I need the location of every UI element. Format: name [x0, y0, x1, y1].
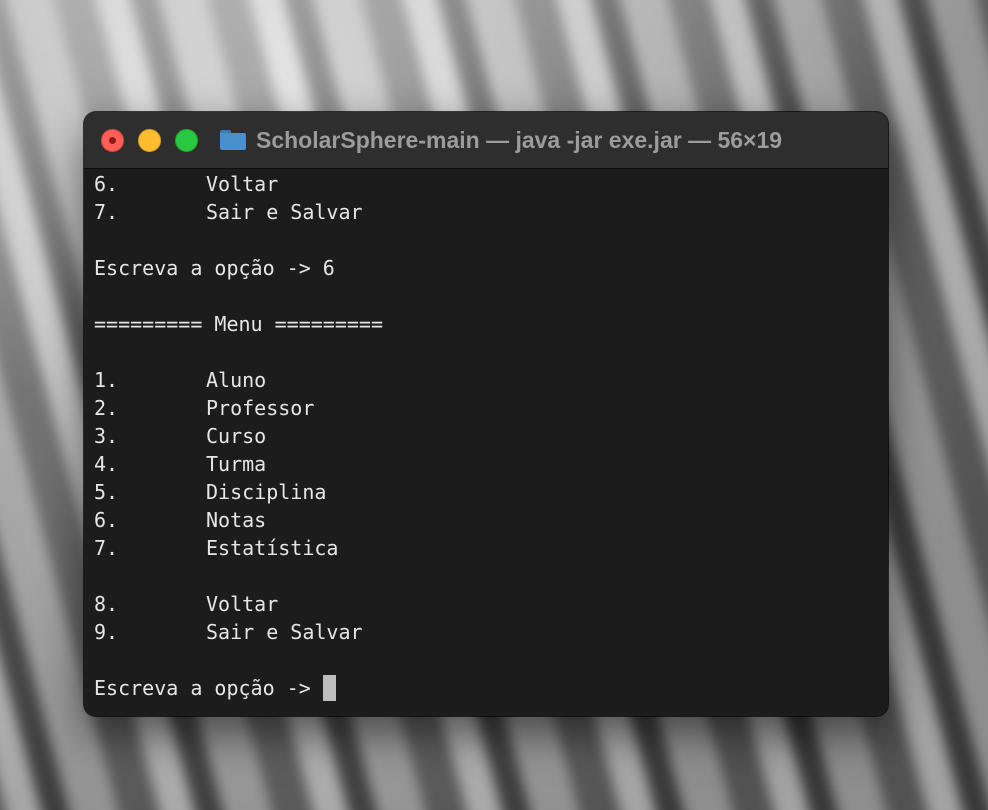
menu-item-number: 2. [94, 396, 119, 420]
menu-header: ========= Menu ========= [94, 312, 383, 336]
window-title-area: ScholarSphere-main — java -jar exe.jar —… [220, 112, 782, 168]
menu-item-number: 8. [94, 592, 119, 616]
menu-item-number: 1. [94, 368, 119, 392]
menu-item-number: 3. [94, 424, 119, 448]
menu-item-number: 7. [94, 536, 119, 560]
menu-item-label: Turma [206, 452, 267, 476]
zoom-button[interactable] [175, 129, 198, 152]
current-prompt: Escreva a opção -> [94, 676, 311, 700]
menu-item-number: 7. [94, 200, 119, 224]
previous-prompt: Escreva a opção -> 6 [94, 256, 335, 280]
menu-item-label: Disciplina [206, 480, 327, 504]
menu-item-number: 5. [94, 480, 119, 504]
text-cursor[interactable] [322, 675, 336, 701]
terminal-line: 4. Turma [94, 450, 878, 478]
terminal-line: 7. Estatística [94, 534, 878, 562]
terminal-line: 6. Notas [94, 506, 878, 534]
menu-item-label: Estatística [206, 536, 339, 560]
menu-item-label: Aluno [206, 368, 267, 392]
input-line[interactable]: Escreva a opção -> [94, 674, 878, 702]
terminal-line: 3. Curso [94, 422, 878, 450]
menu-item-label: Notas [206, 508, 267, 532]
terminal-line: 1. Aluno [94, 366, 878, 394]
menu-item-number: 9. [94, 620, 119, 644]
menu-item-label: Voltar [206, 592, 279, 616]
terminal-line: 5. Disciplina [94, 478, 878, 506]
menu-item-label: Sair e Salvar [206, 620, 363, 644]
menu-item-label: Curso [206, 424, 267, 448]
terminal-line: 6. Voltar [94, 170, 878, 198]
terminal-output[interactable]: 6. Voltar 7. Sair e Salvar Escreva a opç… [94, 170, 878, 716]
close-button[interactable] [101, 129, 124, 152]
folder-icon [220, 130, 246, 150]
terminal-line: 9. Sair e Salvar [94, 618, 878, 646]
window-controls [101, 129, 198, 152]
menu-item-label: Sair e Salvar [206, 200, 363, 224]
terminal-line: 2. Professor [94, 394, 878, 422]
minimize-button[interactable] [138, 129, 161, 152]
menu-item-number: 6. [94, 508, 119, 532]
menu-item-label: Professor [206, 396, 315, 420]
terminal-line: 8. Voltar [94, 590, 878, 618]
menu-item-number: 4. [94, 452, 119, 476]
menu-item-label: Voltar [206, 172, 279, 196]
terminal-line: 7. Sair e Salvar [94, 198, 878, 226]
terminal-window[interactable]: ScholarSphere-main — java -jar exe.jar —… [84, 112, 888, 716]
window-titlebar[interactable]: ScholarSphere-main — java -jar exe.jar —… [84, 112, 888, 169]
window-title: ScholarSphere-main — java -jar exe.jar —… [256, 126, 783, 153]
menu-item-number: 6. [94, 172, 119, 196]
